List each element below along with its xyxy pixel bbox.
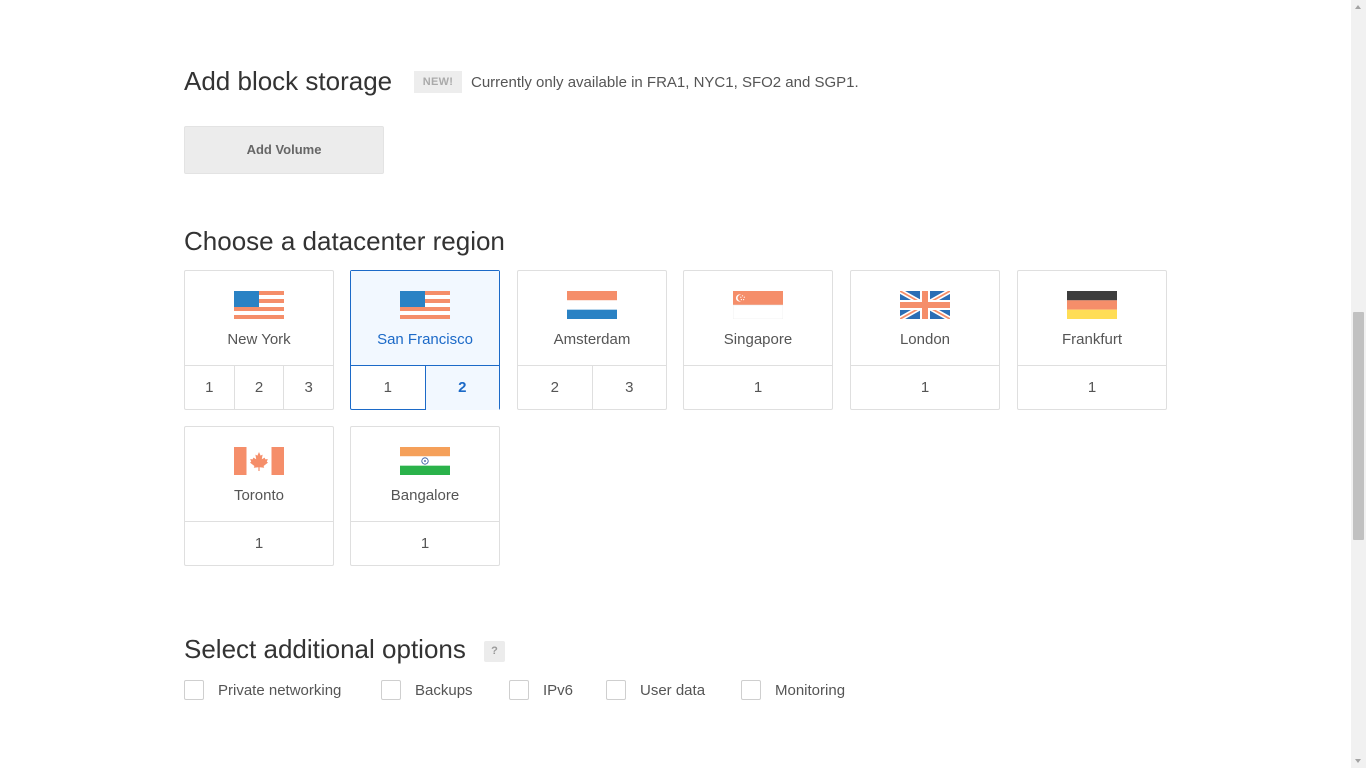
region-select-singapore[interactable]: Singapore [684,271,832,365]
region-card-london: London 1 [850,270,1000,410]
canada-flag-icon [234,447,284,475]
option-ipv6[interactable]: IPv6 [509,678,573,702]
region-card-new-york: New York 1 2 3 [184,270,334,410]
option-backups[interactable]: Backups [381,678,473,702]
vertical-scrollbar[interactable] [1351,0,1366,768]
region-name: London [899,331,951,348]
option-user-data[interactable]: User data [606,678,705,702]
add-volume-button[interactable]: Add Volume [184,126,384,174]
additional-options-title: Select additional options [184,634,466,664]
region-name: San Francisco [377,331,473,348]
region-number-option[interactable]: 2 [518,366,592,410]
region-name: Frankfurt [1061,331,1122,348]
private-networking-checkbox[interactable] [184,680,204,700]
region-name: Amsterdam [553,331,631,348]
region-number-option[interactable]: 2 [233,366,284,410]
region-name: New York [227,331,291,348]
netherlands-flag-icon [567,291,617,319]
region-number-option-selected[interactable]: 2 [424,366,499,410]
option-label: Backups [415,681,473,699]
monitoring-checkbox[interactable] [741,680,761,700]
us-flag-icon [234,291,284,319]
option-label: Monitoring [775,681,846,699]
singapore-flag-icon [733,291,783,319]
us-flag-icon [400,291,450,319]
region-number-option[interactable]: 1 [185,522,333,566]
region-select-london[interactable]: London [851,271,999,365]
option-label: IPv6 [543,681,574,699]
region-number-option[interactable]: 3 [591,366,667,410]
new-badge: NEW! [414,71,462,93]
region-number-option[interactable]: 1 [1018,366,1166,410]
region-card-frankfurt: Frankfurt 1 [1017,270,1167,410]
region-number-option[interactable]: 1 [185,366,234,410]
region-name: Toronto [233,487,285,504]
option-private-networking[interactable]: Private networking [184,678,341,702]
option-label: Private networking [218,681,342,699]
user-data-checkbox[interactable] [606,680,626,700]
region-name: Bangalore [390,487,460,504]
region-number-option[interactable]: 1 [851,366,999,410]
region-select-bangalore[interactable]: Bangalore [351,427,499,521]
region-number-option[interactable]: 1 [684,366,832,410]
region-name: Singapore [723,331,793,348]
region-select-frankfurt[interactable]: Frankfurt [1018,271,1166,365]
scrollbar-thumb[interactable] [1353,312,1364,540]
block-storage-availability-note: Currently only available in FRA1, NYC1, … [471,74,859,91]
region-select-san-francisco[interactable]: San Francisco [351,271,499,365]
uk-flag-icon [900,291,950,319]
region-number-option[interactable]: 3 [283,366,333,410]
germany-flag-icon [1067,291,1117,319]
help-icon[interactable]: ? [484,641,505,662]
scroll-down-arrow-icon[interactable] [1351,753,1366,768]
region-number-option[interactable]: 1 [351,522,499,566]
ipv6-checkbox[interactable] [509,680,529,700]
india-flag-icon [400,447,450,475]
region-number-option[interactable]: 1 [351,366,425,410]
create-droplet-page: Add block storage NEW! Currently only av… [0,0,1351,768]
option-monitoring[interactable]: Monitoring [741,678,845,702]
region-card-san-francisco: San Francisco 1 2 [350,270,500,410]
region-select-amsterdam[interactable]: Amsterdam [518,271,666,365]
region-card-toronto: Toronto 1 [184,426,334,566]
block-storage-title: Add block storage [184,66,393,96]
backups-checkbox[interactable] [381,680,401,700]
region-card-amsterdam: Amsterdam 2 3 [517,270,667,410]
scroll-up-arrow-icon[interactable] [1351,0,1366,15]
option-label: User data [640,681,706,699]
datacenter-region-title: Choose a datacenter region [184,226,505,256]
region-card-bangalore: Bangalore 1 [350,426,500,566]
region-select-new-york[interactable]: New York [185,271,333,365]
region-card-singapore: Singapore 1 [683,270,833,410]
region-select-toronto[interactable]: Toronto [185,427,333,521]
